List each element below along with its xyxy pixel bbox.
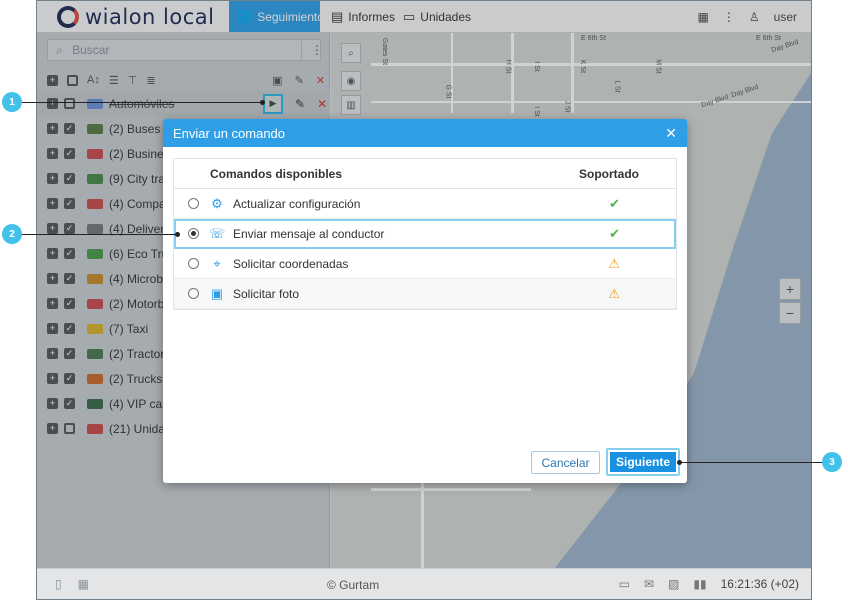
bottom-right-controls: ▭ ✉ ▨ ▮▮ 16:21:36 (+02)	[619, 577, 799, 591]
callout-line-3	[680, 462, 822, 463]
command-label: Solicitar coordenadas	[233, 256, 349, 271]
command-radio[interactable]	[188, 228, 199, 239]
callout-dot-1	[260, 100, 265, 105]
callout-2: 2	[2, 224, 22, 244]
callout-1: 1	[2, 92, 22, 112]
settings-icon: ⚙	[211, 195, 223, 211]
callout-3: 3	[822, 452, 842, 472]
command-row[interactable]: ⚙ Actualizar configuración ✔	[174, 189, 676, 219]
copyright: © Gurtam	[327, 578, 380, 592]
command-row[interactable]: ⌖ Solicitar coordenadas ⚠	[174, 249, 676, 279]
column-supported: Soportado	[579, 166, 639, 181]
bottom-left-controls: ▯ ▦	[55, 577, 89, 591]
supported-check-icon: ✔	[609, 226, 620, 241]
commands-list: ⚙ Actualizar configuración ✔ ☏ Enviar mensaj…	[174, 189, 676, 309]
command-label: Enviar mensaje al conductor	[233, 226, 385, 241]
command-row[interactable]: ▣ Solicitar foto ⚠	[174, 279, 676, 309]
command-label: Solicitar foto	[233, 286, 300, 301]
target-icon: ⌖	[213, 255, 221, 271]
supported-check-icon: ✔	[609, 196, 620, 211]
card-icon[interactable]: ▭	[619, 577, 630, 591]
bottom-bar: ▯ ▦ © Gurtam ▭ ✉ ▨ ▮▮ 16:21:36 (+02)	[37, 568, 811, 599]
driver-message-icon: ☏	[209, 225, 226, 241]
command-radio[interactable]	[188, 288, 199, 299]
status-icon[interactable]: ▮▮	[693, 577, 706, 591]
commands-table: Comandos disponibles Soportado ⚙ Actualiz…	[173, 158, 677, 310]
messages-icon[interactable]: ✉	[644, 577, 654, 591]
callout-dot-3	[677, 460, 682, 465]
warning-icon: ⚠	[608, 286, 620, 301]
commands-table-header: Comandos disponibles Soportado	[174, 159, 676, 189]
send-command-dialog: Enviar un comando ✕ Comandos disponibles…	[163, 119, 687, 483]
dialog-header: Enviar un comando ✕	[163, 119, 687, 147]
grid-icon[interactable]: ▦	[78, 577, 89, 591]
cancel-button[interactable]: Cancelar	[531, 451, 600, 474]
command-row[interactable]: ☏ Enviar mensaje al conductor ✔	[174, 219, 676, 249]
next-button[interactable]: Siguiente	[606, 448, 680, 476]
warning-icon: ⚠	[608, 256, 620, 271]
callout-dot-2	[175, 232, 180, 237]
command-label: Actualizar configuración	[233, 196, 361, 211]
dialog-title: Enviar un comando	[173, 125, 286, 141]
command-radio[interactable]	[188, 198, 199, 209]
close-icon[interactable]: ✕	[665, 125, 677, 142]
command-radio[interactable]	[188, 258, 199, 269]
panel-toggle-icon[interactable]: ▯	[55, 577, 62, 591]
clock: 16:21:36 (+02)	[720, 577, 799, 591]
column-commands: Comandos disponibles	[210, 166, 343, 181]
callout-line-1	[22, 102, 262, 103]
photo-icon: ▣	[210, 285, 224, 301]
callout-line-2	[22, 234, 177, 235]
image-icon[interactable]: ▨	[668, 577, 679, 591]
